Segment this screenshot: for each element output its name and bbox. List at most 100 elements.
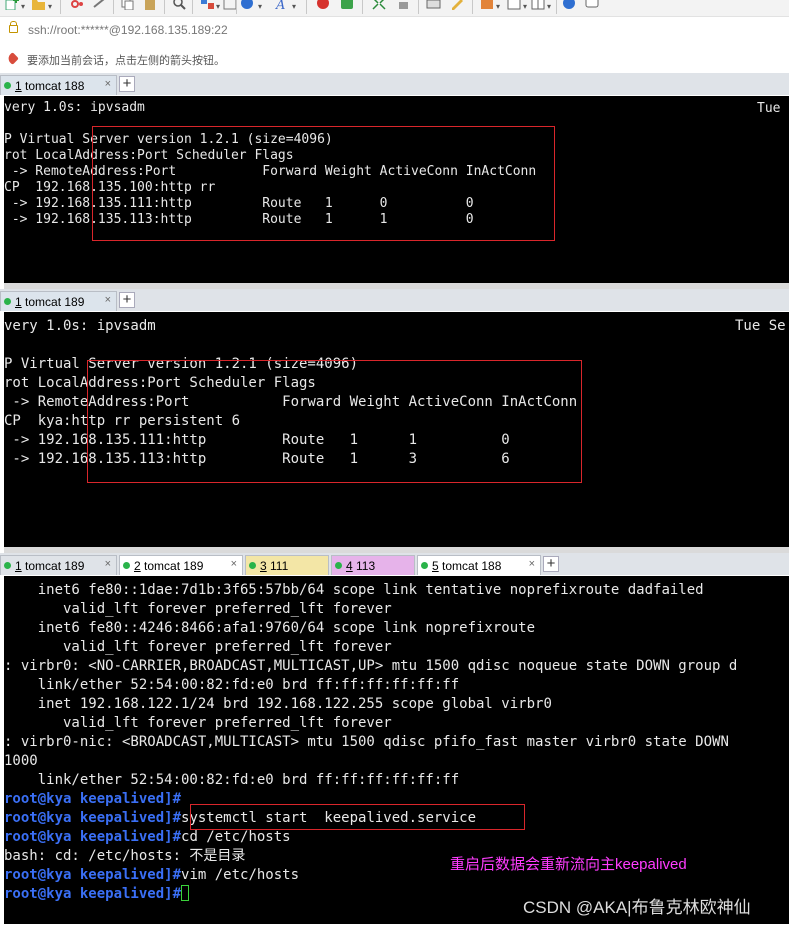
session-hint-bar: 要添加当前会话，点击左侧的箭头按钮。 — [0, 49, 789, 69]
tab-label: tomcat 189 — [25, 295, 85, 309]
compose-icon[interactable] — [450, 0, 465, 10]
toolbar-separator — [236, 0, 237, 14]
chevron-down-icon[interactable]: ▾ — [523, 2, 527, 11]
svg-text:A: A — [275, 0, 285, 10]
pane1-tabstrip: 1 tomcat 188 × + — [0, 73, 789, 95]
chevron-down-icon[interactable]: ▾ — [48, 2, 52, 11]
tab-number: 1 — [15, 79, 22, 93]
tab-label: tomcat 188 — [25, 79, 85, 93]
search-icon[interactable] — [172, 0, 187, 10]
help-icon[interactable] — [562, 0, 577, 10]
tab-label: 5 tomcat 188 — [432, 559, 502, 573]
watermark: CSDN @AKA|布鲁克林欧神仙 — [523, 898, 751, 917]
tab-4-113[interactable]: 4 113 — [331, 555, 415, 575]
shell-prompt: root@kya keepalived]# — [4, 867, 182, 883]
close-icon[interactable]: × — [231, 558, 237, 570]
highlight-box — [92, 126, 555, 241]
shell-prompt: root@kya keepalived]# — [4, 829, 182, 845]
text-cursor — [181, 885, 190, 901]
tab-number: 1 — [15, 295, 22, 309]
toolbar: ▾ ▾ ▾ ▾ A ▾ ▾ ▾ ▾ — [0, 0, 789, 17]
chevron-down-icon[interactable]: ▾ — [21, 2, 25, 11]
toolbar-separator — [164, 0, 165, 14]
paste-icon[interactable] — [143, 0, 158, 10]
chevron-down-icon[interactable]: ▾ — [216, 2, 220, 11]
window-icon[interactable] — [507, 0, 522, 10]
pin-icon[interactable] — [6, 52, 19, 65]
tab-3-111[interactable]: 3 111 — [245, 555, 329, 575]
highlight-box — [190, 804, 525, 830]
connected-status-icon — [4, 562, 11, 569]
command-vim: vim /etc/hosts — [181, 867, 300, 883]
toolbar-separator — [192, 0, 193, 14]
chevron-down-icon[interactable]: ▾ — [292, 2, 296, 11]
toolbar-separator — [113, 0, 114, 14]
lock-icon[interactable] — [396, 0, 411, 10]
chevron-down-icon[interactable]: ▾ — [258, 2, 262, 11]
lock-icon — [9, 21, 18, 33]
tab-1-tomcat-189[interactable]: 1 tomcat 189 × — [0, 555, 117, 575]
tab-label: 3 111 — [260, 559, 289, 573]
pane3-tabstrip: 1 tomcat 189 × 2 tomcat 189 × 3 111 4 113 5 to… — [0, 553, 789, 575]
toolbar-separator — [306, 0, 307, 14]
connect-icon[interactable] — [70, 0, 85, 10]
tab-label: 1 tomcat 189 — [15, 559, 85, 573]
connected-status-icon — [421, 562, 428, 569]
chat-icon[interactable] — [585, 0, 600, 10]
font-icon[interactable]: A — [275, 0, 290, 10]
address-bar[interactable]: ssh://root:******@192.168.135.189:22 — [0, 19, 789, 43]
layout-icon[interactable] — [200, 0, 215, 10]
tab-label: 4 113 — [346, 559, 376, 573]
close-icon[interactable]: × — [105, 558, 111, 570]
terminal-clock: Tue — [757, 101, 781, 116]
close-icon[interactable]: × — [105, 78, 111, 90]
chevron-down-icon[interactable]: ▾ — [547, 2, 551, 11]
close-icon[interactable]: × — [105, 294, 111, 306]
shell-prompt: root@kya keepalived]# — [4, 791, 182, 807]
fullscreen-icon[interactable] — [372, 0, 387, 10]
tab-tomcat-189[interactable]: 1 tomcat 189 × — [0, 291, 117, 311]
tab-tomcat-188[interactable]: 1 tomcat 188 × — [0, 75, 117, 95]
disconnect-icon[interactable] — [92, 0, 107, 10]
connected-status-icon — [4, 82, 11, 89]
connected-status-icon — [4, 298, 11, 305]
terminal-pane-3[interactable]: inet6 fe80::1dae:7d1b:3f65:57bb/64 scope… — [4, 576, 789, 924]
shell-prompt: root@kya keepalived]# — [4, 810, 182, 826]
toolbar-separator — [362, 0, 363, 14]
tab-2-tomcat-189[interactable]: 2 tomcat 189 × — [119, 555, 243, 575]
terminal-clock: Tue Se — [735, 318, 786, 334]
xftp-icon[interactable] — [340, 0, 355, 10]
close-icon[interactable]: × — [529, 558, 535, 570]
address-text[interactable]: ssh://root:******@192.168.135.189:22 — [28, 23, 228, 37]
annotation-note: 重启后数据会重新流向主keepalived — [450, 856, 687, 873]
xshell-icon[interactable] — [316, 0, 331, 10]
terminal-pane-2[interactable]: very 1.0s: ipvsadm P Virtual Server vers… — [4, 312, 789, 547]
globe-icon[interactable] — [240, 0, 255, 10]
terminal-pane-1[interactable]: very 1.0s: ipvsadm P Virtual Server vers… — [4, 96, 789, 283]
terminal-output: inet6 fe80::1dae:7d1b:3f65:57bb/64 scope… — [4, 582, 738, 788]
highlight-box — [87, 360, 582, 483]
add-tab-button[interactable]: + — [119, 76, 135, 92]
tab-label: 2 tomcat 189 — [134, 559, 204, 573]
connected-status-icon — [249, 562, 256, 569]
chevron-down-icon[interactable]: ▾ — [496, 2, 500, 11]
copy-icon[interactable] — [120, 0, 135, 10]
tab-5-tomcat-188[interactable]: 5 tomcat 188 × — [417, 555, 541, 575]
new-session-icon[interactable] — [5, 0, 20, 10]
toolbar-separator — [418, 0, 419, 14]
session-hint-text: 要添加当前会话，点击左侧的箭头按钮。 — [27, 55, 225, 67]
connected-status-icon — [335, 562, 342, 569]
toolbar-separator — [472, 0, 473, 14]
keyboard-icon[interactable] — [426, 0, 441, 10]
tunnel-icon[interactable] — [480, 0, 495, 10]
error-message: bash: cd: /etc/hosts: 不是目录 — [4, 848, 246, 864]
tile-icon[interactable] — [531, 0, 546, 10]
folder-icon[interactable] — [31, 0, 46, 10]
toolbar-separator — [60, 0, 61, 14]
add-tab-button[interactable]: + — [119, 292, 135, 308]
connected-status-icon — [123, 562, 130, 569]
add-tab-button[interactable]: + — [543, 556, 559, 572]
command-cd: cd /etc/hosts — [181, 829, 291, 845]
toolbar-separator — [556, 0, 557, 14]
shell-prompt: root@kya keepalived]# — [4, 886, 182, 902]
